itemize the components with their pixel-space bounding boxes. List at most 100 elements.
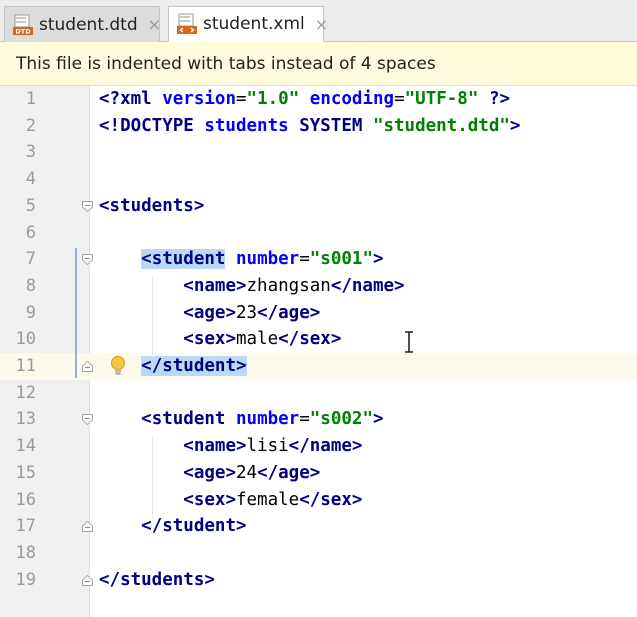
code-line[interactable]: 12	[0, 380, 637, 407]
line-number: 8	[25, 275, 36, 296]
code-text[interactable]: <?xml version="1.0" encoding="UTF-8" ?>	[99, 86, 510, 113]
fold-open-icon[interactable]	[82, 200, 93, 212]
fold-close-icon[interactable]	[82, 361, 93, 372]
line-number: 7	[25, 249, 36, 270]
close-icon[interactable]: ×	[148, 15, 161, 34]
code-token: number	[236, 249, 300, 270]
code-token: <!DOCTYPE	[99, 115, 205, 136]
code-token: xml	[120, 89, 163, 109]
code-text[interactable]: <!DOCTYPE students SYSTEM "student.dtd">	[99, 113, 520, 140]
lightbulb-icon[interactable]	[109, 355, 127, 377]
code-line[interactable]: 8 <name>zhangsan</name>	[0, 273, 637, 300]
line-number: 14	[15, 436, 36, 457]
code-text[interactable]: <student number="s001">	[99, 246, 384, 273]
code-line[interactable]: 13 <student number="s002">	[0, 406, 637, 433]
code-line[interactable]: 18	[0, 540, 637, 567]
code-line[interactable]: 4	[0, 166, 637, 193]
code-token: <age>	[183, 462, 236, 483]
code-text[interactable]: </students>	[99, 567, 215, 594]
indentation-notification: This file is indented with tabs instead …	[0, 42, 637, 86]
code-text[interactable]: <age>24</age>	[99, 460, 320, 487]
code-line[interactable]: 5 <students>	[0, 193, 637, 220]
code-token: >	[372, 249, 384, 270]
line-number: 17	[15, 516, 36, 537]
code-token: lisi	[246, 436, 289, 457]
code-token: SYSTEM	[288, 115, 373, 136]
code-token: >	[509, 115, 521, 136]
code-line[interactable]: 7 <student number="s001">	[0, 246, 637, 273]
code-line[interactable]: 2 <!DOCTYPE students SYSTEM "student.dtd"…	[0, 113, 637, 140]
fold-open-icon[interactable]	[82, 254, 93, 266]
code-token: <name>	[183, 275, 247, 296]
code-token: </name>	[330, 275, 405, 296]
tab-student-xml[interactable]: student.xml ×	[168, 6, 328, 42]
line-number: 2	[25, 115, 36, 136]
line-number: 15	[15, 462, 36, 483]
svg-text:DTD: DTD	[15, 27, 31, 35]
code-text[interactable]: <students>	[99, 193, 204, 220]
code-token: number	[236, 409, 300, 430]
code-token: 23	[235, 302, 258, 323]
indent-guide	[152, 276, 153, 357]
code-line[interactable]: 17 </student>	[0, 513, 637, 540]
fold-open-icon[interactable]	[82, 414, 93, 426]
line-number: 10	[15, 329, 36, 350]
code-text[interactable]: <student number="s002">	[99, 406, 384, 433]
line-number: 16	[15, 489, 36, 510]
code-token: =	[299, 409, 310, 430]
code-line[interactable]: 3	[0, 139, 637, 166]
code-editor[interactable]: 1 <?xml version="1.0" encoding="UTF-8" ?>…	[0, 86, 637, 617]
code-token: "1.0"	[246, 89, 300, 109]
close-icon[interactable]: ×	[315, 15, 328, 34]
tab-label: student.dtd	[39, 14, 138, 35]
code-text[interactable]: <name>zhangsan</name>	[99, 273, 405, 300]
code-line[interactable]: 9 <age>23</age>	[0, 300, 637, 327]
code-token: </age>	[257, 462, 321, 483]
code-token: "s002"	[309, 409, 373, 430]
code-line[interactable]: 10 <sex>male</sex>	[0, 326, 637, 353]
code-text[interactable]: </student>	[99, 513, 246, 540]
code-line[interactable]: 19 </students>	[0, 567, 637, 594]
xml-file-icon	[177, 13, 197, 35]
code-token: =	[299, 249, 310, 270]
fold-close-icon[interactable]	[82, 521, 93, 533]
code-text[interactable]: <name>lisi</name>	[99, 433, 362, 460]
code-line[interactable]: 16 <sex>female</sex>	[0, 487, 637, 514]
code-line[interactable]: 11 </student>	[0, 353, 637, 380]
code-line[interactable]: 14 <name>lisi</name>	[0, 433, 637, 460]
code-token: "student.dtd"	[372, 115, 510, 136]
tab-student-dtd[interactable]: DTD student.dtd ×	[4, 6, 161, 42]
code-token: encoding	[309, 89, 395, 109]
code-token: ?>	[488, 89, 511, 109]
code-text[interactable]: <sex>female</sex>	[99, 487, 362, 514]
fold-close-icon[interactable]	[82, 574, 93, 586]
code-text[interactable]: <age>23</age>	[99, 300, 320, 327]
code-text[interactable]: <sex>male</sex>	[99, 326, 341, 353]
line-number: 13	[15, 409, 36, 430]
line-number: 9	[25, 302, 36, 323]
line-number: 18	[15, 542, 36, 563]
code-token: <student	[141, 409, 226, 430]
code-token: 24	[235, 462, 258, 483]
code-line[interactable]: 1 <?xml version="1.0" encoding="UTF-8" ?>	[0, 86, 637, 113]
code-token: <?	[99, 89, 121, 109]
code-line[interactable]: 15 <age>24</age>	[0, 460, 637, 487]
code-token: "s001"	[309, 249, 373, 270]
notification-message: This file is indented with tabs instead …	[16, 53, 436, 74]
code-line[interactable]: 6	[0, 220, 637, 247]
code-token: =	[394, 89, 405, 109]
code-token: </student>	[141, 356, 247, 376]
code-token: >	[372, 409, 384, 430]
code-token: <name>	[183, 436, 247, 457]
